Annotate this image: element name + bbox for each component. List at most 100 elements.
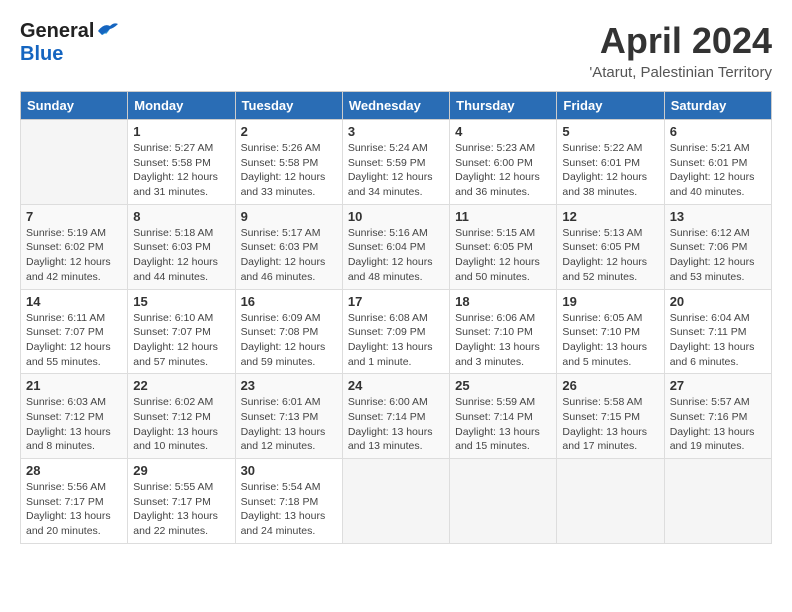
day-info: Sunrise: 6:10 AM Sunset: 7:07 PM Dayligh… bbox=[133, 311, 229, 370]
day-info: Sunrise: 5:56 AM Sunset: 7:17 PM Dayligh… bbox=[26, 480, 122, 539]
calendar-table: SundayMondayTuesdayWednesdayThursdayFrid… bbox=[20, 91, 772, 544]
day-info: Sunrise: 5:26 AM Sunset: 5:58 PM Dayligh… bbox=[241, 141, 337, 200]
day-number: 25 bbox=[455, 378, 551, 393]
calendar-cell: 19 Sunrise: 6:05 AM Sunset: 7:10 PM Dayli… bbox=[557, 289, 664, 374]
day-info: Sunrise: 5:57 AM Sunset: 7:16 PM Dayligh… bbox=[670, 395, 766, 454]
calendar-cell: 17 Sunrise: 6:08 AM Sunset: 7:09 PM Dayli… bbox=[342, 289, 449, 374]
day-number: 17 bbox=[348, 294, 444, 309]
calendar-header-row: SundayMondayTuesdayWednesdayThursdayFrid… bbox=[21, 92, 772, 120]
day-info: Sunrise: 5:55 AM Sunset: 7:17 PM Dayligh… bbox=[133, 480, 229, 539]
day-number: 11 bbox=[455, 209, 551, 224]
calendar-cell: 15Sunrise: 6:10 AM Sunset: 7:07 PM Dayli… bbox=[128, 289, 235, 374]
month-title: April 2024 bbox=[589, 20, 772, 62]
calendar-cell: 24 Sunrise: 6:00 AM Sunset: 7:14 PM Dayli… bbox=[342, 374, 449, 459]
day-info: Sunrise: 6:03 AM Sunset: 7:12 PM Dayligh… bbox=[26, 395, 122, 454]
calendar-header-friday: Friday bbox=[557, 92, 664, 120]
day-info: Sunrise: 6:08 AM Sunset: 7:09 PM Dayligh… bbox=[348, 311, 444, 370]
calendar-header-saturday: Saturday bbox=[664, 92, 771, 120]
calendar-week-row: 7Sunrise: 5:19 AM Sunset: 6:02 PM Daylig… bbox=[21, 204, 772, 289]
day-info: Sunrise: 6:12 AM Sunset: 7:06 PM Dayligh… bbox=[670, 226, 766, 285]
calendar-cell bbox=[21, 120, 128, 205]
day-number: 5 bbox=[562, 124, 658, 139]
calendar-cell: 13 Sunrise: 6:12 AM Sunset: 7:06 PM Dayli… bbox=[664, 204, 771, 289]
calendar-cell: 8 Sunrise: 5:18 AM Sunset: 6:03 PM Daylig… bbox=[128, 204, 235, 289]
calendar-week-row: 1 Sunrise: 5:27 AM Sunset: 5:58 PM Daylig… bbox=[21, 120, 772, 205]
day-number: 19 bbox=[562, 294, 658, 309]
day-number: 10 bbox=[348, 209, 444, 224]
day-number: 2 bbox=[241, 124, 337, 139]
day-number: 13 bbox=[670, 209, 766, 224]
calendar-cell: 14Sunrise: 6:11 AM Sunset: 7:07 PM Dayli… bbox=[21, 289, 128, 374]
calendar-cell: 20 Sunrise: 6:04 AM Sunset: 7:11 PM Dayli… bbox=[664, 289, 771, 374]
day-info: Sunrise: 5:15 AM Sunset: 6:05 PM Dayligh… bbox=[455, 226, 551, 285]
day-info: Sunrise: 5:23 AM Sunset: 6:00 PM Dayligh… bbox=[455, 141, 551, 200]
calendar-cell: 11 Sunrise: 5:15 AM Sunset: 6:05 PM Dayli… bbox=[450, 204, 557, 289]
calendar-cell bbox=[450, 459, 557, 544]
day-number: 28 bbox=[26, 463, 122, 478]
day-info: Sunrise: 5:22 AM Sunset: 6:01 PM Dayligh… bbox=[562, 141, 658, 200]
calendar-header-thursday: Thursday bbox=[450, 92, 557, 120]
logo-blue-text: Blue bbox=[20, 43, 63, 65]
day-info: Sunrise: 6:05 AM Sunset: 7:10 PM Dayligh… bbox=[562, 311, 658, 370]
calendar-cell: 5 Sunrise: 5:22 AM Sunset: 6:01 PM Daylig… bbox=[557, 120, 664, 205]
calendar-header-sunday: Sunday bbox=[21, 92, 128, 120]
calendar-header-wednesday: Wednesday bbox=[342, 92, 449, 120]
day-info: Sunrise: 5:18 AM Sunset: 6:03 PM Dayligh… bbox=[133, 226, 229, 285]
day-number: 4 bbox=[455, 124, 551, 139]
calendar-header-monday: Monday bbox=[128, 92, 235, 120]
calendar-cell: 9Sunrise: 5:17 AM Sunset: 6:03 PM Daylig… bbox=[235, 204, 342, 289]
day-number: 3 bbox=[348, 124, 444, 139]
day-info: Sunrise: 6:11 AM Sunset: 7:07 PM Dayligh… bbox=[26, 311, 122, 370]
day-number: 30 bbox=[241, 463, 337, 478]
day-number: 24 bbox=[348, 378, 444, 393]
logo: General Blue bbox=[20, 20, 118, 66]
calendar-header-tuesday: Tuesday bbox=[235, 92, 342, 120]
day-number: 27 bbox=[670, 378, 766, 393]
day-number: 12 bbox=[562, 209, 658, 224]
day-number: 29 bbox=[133, 463, 229, 478]
calendar-cell: 12Sunrise: 5:13 AM Sunset: 6:05 PM Dayli… bbox=[557, 204, 664, 289]
day-info: Sunrise: 5:58 AM Sunset: 7:15 PM Dayligh… bbox=[562, 395, 658, 454]
day-info: Sunrise: 5:54 AM Sunset: 7:18 PM Dayligh… bbox=[241, 480, 337, 539]
day-info: Sunrise: 6:06 AM Sunset: 7:10 PM Dayligh… bbox=[455, 311, 551, 370]
calendar-week-row: 28 Sunrise: 5:56 AM Sunset: 7:17 PM Dayli… bbox=[21, 459, 772, 544]
calendar-cell bbox=[342, 459, 449, 544]
day-number: 26 bbox=[562, 378, 658, 393]
calendar-cell: 29 Sunrise: 5:55 AM Sunset: 7:17 PM Dayli… bbox=[128, 459, 235, 544]
day-number: 1 bbox=[133, 124, 229, 139]
calendar-cell: 18 Sunrise: 6:06 AM Sunset: 7:10 PM Dayli… bbox=[450, 289, 557, 374]
day-info: Sunrise: 6:04 AM Sunset: 7:11 PM Dayligh… bbox=[670, 311, 766, 370]
calendar-week-row: 14Sunrise: 6:11 AM Sunset: 7:07 PM Dayli… bbox=[21, 289, 772, 374]
day-number: 6 bbox=[670, 124, 766, 139]
calendar-cell: 2 Sunrise: 5:26 AM Sunset: 5:58 PM Daylig… bbox=[235, 120, 342, 205]
day-number: 9 bbox=[241, 209, 337, 224]
calendar-cell: 16Sunrise: 6:09 AM Sunset: 7:08 PM Dayli… bbox=[235, 289, 342, 374]
day-number: 18 bbox=[455, 294, 551, 309]
calendar-cell: 28 Sunrise: 5:56 AM Sunset: 7:17 PM Dayli… bbox=[21, 459, 128, 544]
calendar-cell: 7Sunrise: 5:19 AM Sunset: 6:02 PM Daylig… bbox=[21, 204, 128, 289]
calendar-cell: 27 Sunrise: 5:57 AM Sunset: 7:16 PM Dayli… bbox=[664, 374, 771, 459]
calendar-cell: 23Sunrise: 6:01 AM Sunset: 7:13 PM Dayli… bbox=[235, 374, 342, 459]
calendar-cell: 6Sunrise: 5:21 AM Sunset: 6:01 PM Daylig… bbox=[664, 120, 771, 205]
title-area: April 2024 'Atarut, Palestinian Territor… bbox=[589, 20, 772, 81]
day-number: 16 bbox=[241, 294, 337, 309]
day-info: Sunrise: 6:02 AM Sunset: 7:12 PM Dayligh… bbox=[133, 395, 229, 454]
day-info: Sunrise: 6:00 AM Sunset: 7:14 PM Dayligh… bbox=[348, 395, 444, 454]
day-number: 20 bbox=[670, 294, 766, 309]
calendar-cell: 30 Sunrise: 5:54 AM Sunset: 7:18 PM Dayli… bbox=[235, 459, 342, 544]
calendar-week-row: 21Sunrise: 6:03 AM Sunset: 7:12 PM Dayli… bbox=[21, 374, 772, 459]
day-number: 7 bbox=[26, 209, 122, 224]
day-info: Sunrise: 5:27 AM Sunset: 5:58 PM Dayligh… bbox=[133, 141, 229, 200]
day-number: 23 bbox=[241, 378, 337, 393]
day-number: 8 bbox=[133, 209, 229, 224]
calendar-cell: 10 Sunrise: 5:16 AM Sunset: 6:04 PM Dayli… bbox=[342, 204, 449, 289]
logo-bird-icon bbox=[96, 21, 118, 39]
day-info: Sunrise: 5:16 AM Sunset: 6:04 PM Dayligh… bbox=[348, 226, 444, 285]
calendar-cell: 3Sunrise: 5:24 AM Sunset: 5:59 PM Daylig… bbox=[342, 120, 449, 205]
calendar-cell: 26 Sunrise: 5:58 AM Sunset: 7:15 PM Dayli… bbox=[557, 374, 664, 459]
calendar-cell: 21Sunrise: 6:03 AM Sunset: 7:12 PM Dayli… bbox=[21, 374, 128, 459]
logo-general-text: General bbox=[20, 20, 94, 43]
calendar-cell: 25Sunrise: 5:59 AM Sunset: 7:14 PM Dayli… bbox=[450, 374, 557, 459]
calendar-cell bbox=[557, 459, 664, 544]
calendar-cell bbox=[664, 459, 771, 544]
